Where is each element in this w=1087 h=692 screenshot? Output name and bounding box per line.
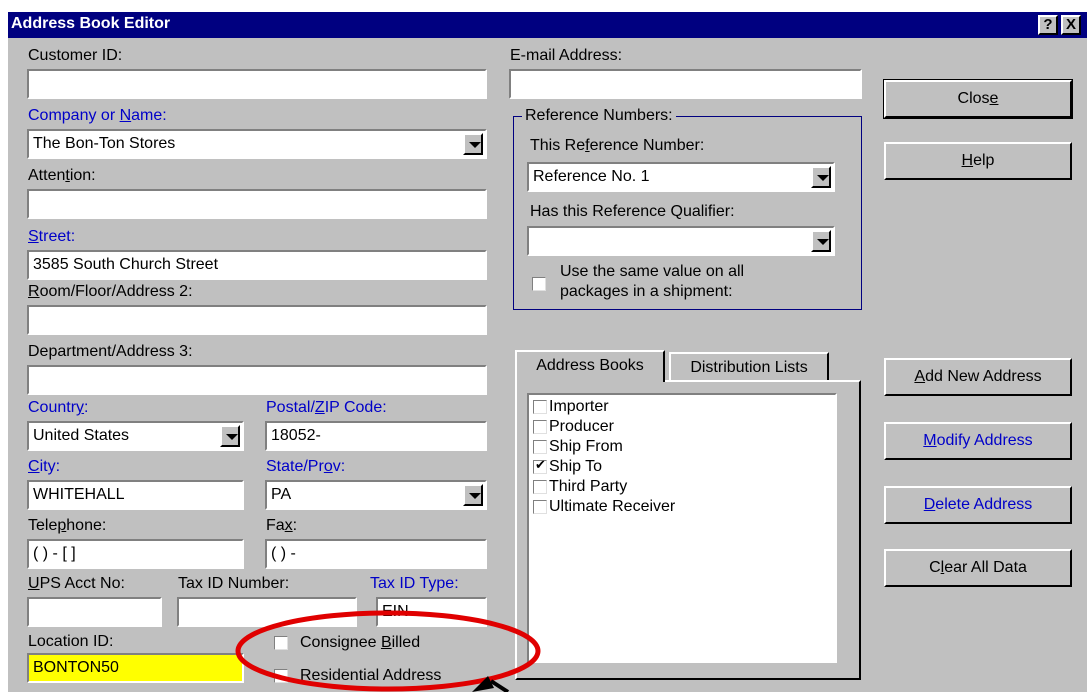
reference-number-value: Reference No. 1 [533,168,650,185]
department-field[interactable] [27,365,487,395]
state-dropdown-arrow-icon[interactable] [463,484,483,506]
modify-address-button[interactable]: Modify Address [884,422,1072,460]
company-dropdown-arrow-icon[interactable] [463,133,483,155]
street-label: Street: [28,228,76,245]
tax-id-label: Tax ID Number: [178,575,290,592]
customer-id-label: Customer ID: [28,47,123,64]
reference-numbers-legend: Reference Numbers: [522,106,676,126]
city-label: City: [28,458,61,475]
state-value: PA [271,486,292,503]
city-field[interactable]: WHITEHALL [27,480,244,510]
room-label: Room/Floor/Address 2: [28,283,193,300]
qualifier-combobox[interactable] [527,226,835,256]
country-value: United States [33,427,130,444]
country-dropdown-arrow-icon[interactable] [220,425,240,447]
company-value: The Bon-Ton Stores [33,135,176,152]
producer-checkbox[interactable] [533,420,547,434]
address-books-list: Importer Producer Ship From Ship To Thir… [527,393,837,663]
street-field[interactable]: 3585 South Church Street [27,250,487,280]
tax-type-value: EIN [382,603,409,620]
same-value-label-line1: Use the same value on all [560,263,745,280]
fax-label: Fax: [266,517,298,534]
state-label: State/Prov: [266,458,346,475]
tax-type-combobox[interactable]: EIN [376,597,487,627]
qualifier-dropdown-arrow-icon[interactable] [811,230,831,252]
help-question-icon[interactable]: ? [1038,15,1058,35]
title-bar: Address Book Editor ? X [8,12,1087,38]
ship-to-checkbox[interactable] [533,457,547,474]
state-combobox[interactable]: PA [265,480,487,510]
window-title: Address Book Editor [11,15,171,32]
department-label: Department/Address 3: [28,343,193,360]
importer-checkbox[interactable] [533,400,547,414]
tax-id-field[interactable] [177,597,357,627]
same-value-label-line2: packages in a shipment: [560,283,733,300]
email-field[interactable] [509,69,862,99]
attention-label: Attention: [28,167,96,184]
room-field[interactable] [27,305,487,335]
location-field[interactable]: BONTON50 [27,653,244,683]
residential-label: Residential Address [300,667,442,684]
tax-type-label: Tax ID Type: [370,575,459,592]
telephone-field[interactable]: ( ) - [ ] [27,539,244,569]
this-reference-label: This Reference Number: [530,137,705,154]
ups-acct-field[interactable] [27,597,162,627]
ship-from-checkbox[interactable] [533,440,547,454]
reference-dropdown-arrow-icon[interactable] [811,166,831,188]
email-label: E-mail Address: [510,47,623,64]
residential-checkbox[interactable] [274,669,288,683]
location-label: Location ID: [28,633,114,650]
consignee-label: Consignee Billed [300,634,421,651]
address-book-editor-window: Address Book Editor ? X Customer ID: Com… [8,12,1087,692]
close-x-icon[interactable]: X [1061,15,1081,35]
consignee-checkbox[interactable] [274,636,288,650]
customer-id-field[interactable] [27,69,487,99]
country-combobox[interactable]: United States [27,421,244,451]
fax-field[interactable]: ( ) - [265,539,487,569]
postal-label: Postal/ZIP Code: [266,399,387,416]
attention-field[interactable] [27,189,487,219]
qualifier-label: Has this Reference Qualifier: [530,203,735,220]
tab-address-books[interactable]: Address Books [515,350,665,382]
third-party-checkbox[interactable] [533,480,547,494]
help-button[interactable]: Help [884,142,1072,180]
company-combobox[interactable]: The Bon-Ton Stores [27,129,487,159]
country-label: Country: [28,399,89,416]
close-button[interactable]: Close [883,79,1073,119]
ups-acct-label: UPS Acct No: [28,575,125,592]
postal-field[interactable]: 18052- [265,421,487,451]
tab-distribution-lists[interactable]: Distribution Lists [669,352,829,380]
ultimate-receiver-checkbox[interactable] [533,500,547,514]
reference-number-combobox[interactable]: Reference No. 1 [527,162,835,192]
add-new-address-button[interactable]: Add New Address [884,358,1072,396]
same-value-checkbox[interactable] [532,277,546,291]
delete-address-button[interactable]: Delete Address [884,486,1072,524]
telephone-label: Telephone: [28,517,107,534]
clear-all-data-button[interactable]: Clear All Data [884,549,1072,587]
company-label: Company or Name: [28,107,167,124]
